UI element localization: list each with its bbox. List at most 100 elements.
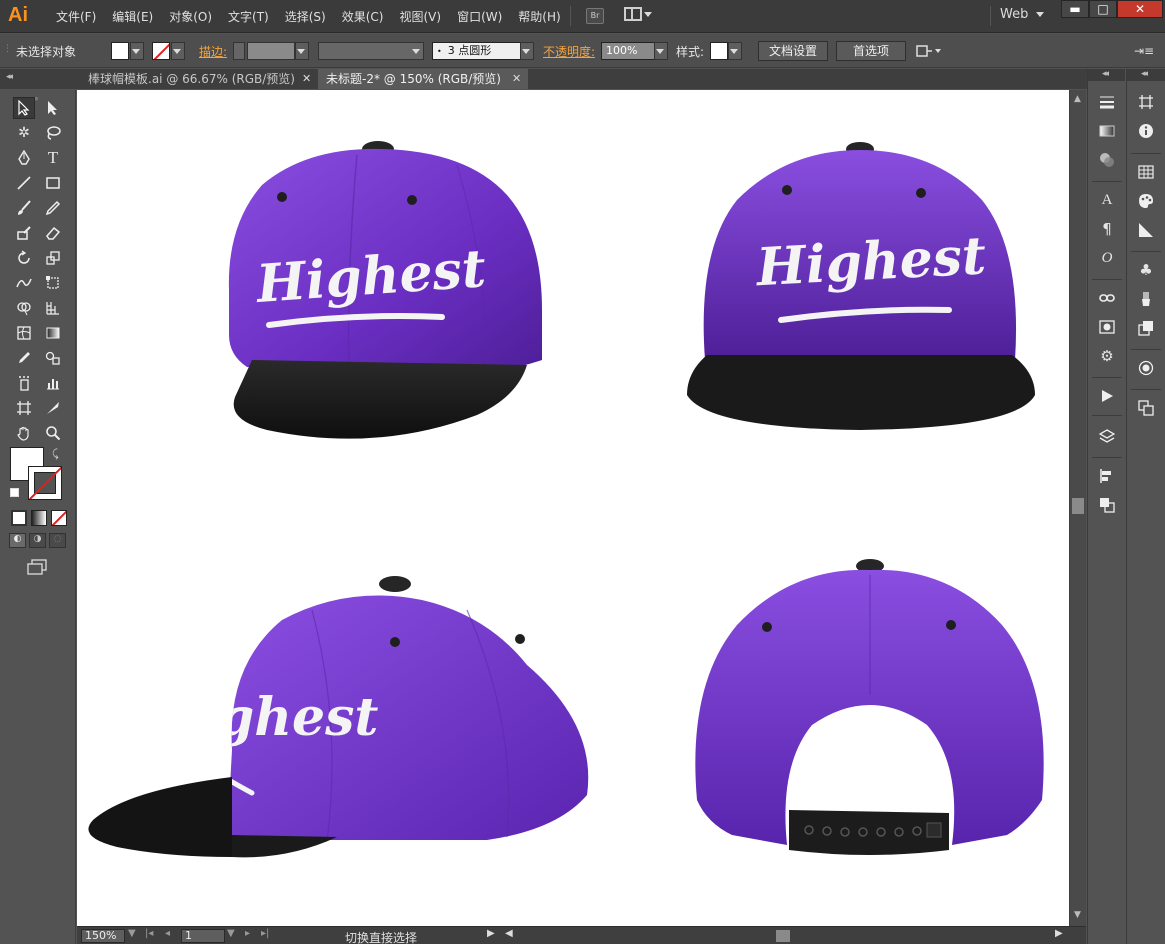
menu-help[interactable]: 帮助(H) [510,8,568,26]
eyedropper-tool-icon[interactable] [13,347,35,369]
opacity-dropdown[interactable] [654,42,668,60]
graphic-styles-panel-icon[interactable] [1135,317,1157,339]
opentype-panel-icon[interactable]: O [1096,247,1118,269]
blend-tool-icon[interactable] [42,347,64,369]
brush-definition[interactable]: • 3 点圆形 [432,42,522,60]
paintbrush-tool-icon[interactable] [13,197,35,219]
swap-colors-icon[interactable]: ⤹ [52,447,59,461]
hand-tool-icon[interactable] [13,422,35,444]
menu-file[interactable]: 文件(F) [48,8,104,26]
pen-tool-icon[interactable] [13,147,35,169]
stroke-color-swatch[interactable] [28,466,62,500]
slice-tool-icon[interactable] [42,397,64,419]
canvas[interactable]: Highest Highest Highest [77,90,1069,926]
zoom-tool-icon[interactable] [42,422,64,444]
artboard-dropdown-icon[interactable]: ▼ [227,928,235,939]
paragraph-panel-icon[interactable]: ¶ [1096,218,1118,240]
shape-builder-tool-icon[interactable] [13,297,35,319]
artboard-number-field[interactable]: 1 [181,929,225,943]
dock-header[interactable]: ◂◂ [1127,69,1165,81]
cap-front-angle-view[interactable]: Highest [157,135,567,455]
line-segment-tool-icon[interactable] [13,172,35,194]
pathfinder-panel-icon[interactable] [1096,494,1118,516]
horizontal-scroll-thumb[interactable] [776,930,790,942]
next-artboard-icon[interactable]: ▸ [245,928,250,939]
rectangle-tool-icon[interactable] [42,172,64,194]
default-colors-icon[interactable] [10,488,19,497]
opacity-label[interactable]: 不透明度: [543,43,595,60]
info-panel-icon[interactable] [1135,120,1157,142]
layers-panel-icon[interactable] [1096,425,1118,447]
fill-dropdown[interactable] [130,42,144,60]
screen-mode-icon[interactable] [26,558,48,576]
direct-selection-tool-icon[interactable] [42,97,64,119]
menu-edit[interactable]: 编辑(E) [104,8,161,26]
draw-normal-icon[interactable]: ◐ [9,533,26,548]
first-artboard-icon[interactable]: |◂ [145,928,153,939]
stroke-label[interactable]: 描边: [199,43,227,60]
cap-back-view[interactable] [687,555,1052,860]
brush-dropdown[interactable] [520,42,534,60]
brushes-panel-icon[interactable] [1135,288,1157,310]
preferences-button[interactable]: 首选项 [836,41,906,61]
align-options-button[interactable] [916,43,944,59]
scroll-down-icon[interactable]: ▼ [1074,910,1081,920]
align-panel-icon[interactable] [1096,465,1118,487]
collapse-dock-icon[interactable]: ◂◂ [1141,69,1148,79]
magic-wand-tool-icon[interactable]: ✲ [13,122,35,144]
symbol-sprayer-tool-icon[interactable] [13,372,35,394]
last-artboard-icon[interactable]: ▸| [261,928,269,939]
collapse-toolbox-icon[interactable]: ◂◂ [6,72,13,82]
free-transform-tool-icon[interactable] [42,272,64,294]
transparency-panel-icon[interactable] [1096,149,1118,171]
gradient-tool-icon[interactable] [42,322,64,344]
none-mode-icon[interactable] [51,510,67,526]
swatches-panel-icon[interactable] [1135,161,1157,183]
zoom-level-field[interactable]: 150% [81,929,125,943]
image-trace-panel-icon[interactable] [1096,316,1118,338]
stroke-weight-stepper[interactable] [233,42,245,60]
status-menu-icon[interactable]: ▶ [487,928,495,939]
symbols-panel-icon[interactable]: ♣ [1135,259,1157,281]
workspace-switcher[interactable]: Web [1000,7,1045,22]
cap-side-view[interactable]: Highest [87,575,597,860]
selection-tool-icon[interactable] [13,97,35,119]
fill-swatch[interactable] [111,42,129,60]
appearance-panel-icon[interactable] [1135,357,1157,379]
perspective-grid-tool-icon[interactable] [42,297,64,319]
tab-baseball-cap-template[interactable]: 棒球帽模板.ai @ 66.67% (RGB/预览) ✕ [80,69,316,89]
arrange-documents-button[interactable] [624,7,652,21]
transform-panel-icon[interactable] [1135,397,1157,419]
minimize-button[interactable]: ▬ [1061,0,1089,18]
color-panel-icon[interactable] [1135,219,1157,241]
stroke-swatch[interactable] [152,42,170,60]
gradient-panel-icon[interactable] [1096,120,1118,142]
menu-effect[interactable]: 效果(C) [334,8,392,26]
stroke-weight-field[interactable] [247,42,295,60]
vertical-scroll-thumb[interactable] [1072,498,1084,514]
variable-width-profile[interactable] [318,42,424,60]
blob-brush-tool-icon[interactable] [13,222,35,244]
maximize-button[interactable]: □ [1089,0,1117,18]
scale-tool-icon[interactable] [42,247,64,269]
actions-panel-icon[interactable] [1096,385,1118,407]
graphic-style-dropdown[interactable] [728,42,742,60]
rotate-tool-icon[interactable] [13,247,35,269]
stroke-panel-icon[interactable] [1096,91,1118,113]
color-guide-panel-icon[interactable] [1135,190,1157,212]
opacity-field[interactable]: 100% [601,42,655,60]
collapse-dock-icon[interactable]: ◂◂ [1102,69,1109,79]
lasso-tool-icon[interactable] [42,122,64,144]
grip-icon[interactable]: ⋮ [3,44,12,54]
width-tool-icon[interactable] [13,272,35,294]
menu-object[interactable]: 对象(O) [161,8,220,26]
type-tool-icon[interactable]: T [42,147,64,169]
close-icon[interactable]: ✕ [512,69,521,89]
zoom-dropdown-icon[interactable]: ▼ [128,928,136,939]
artboards-panel-icon[interactable] [1135,91,1157,113]
menu-type[interactable]: 文字(T) [220,8,277,26]
cap-front-view[interactable]: Highest [677,140,1047,440]
tab-untitled-2[interactable]: 未标题-2* @ 150% (RGB/预览) ✕ [318,69,528,89]
menu-window[interactable]: 窗口(W) [449,8,510,26]
scroll-up-icon[interactable]: ▲ [1074,94,1081,104]
